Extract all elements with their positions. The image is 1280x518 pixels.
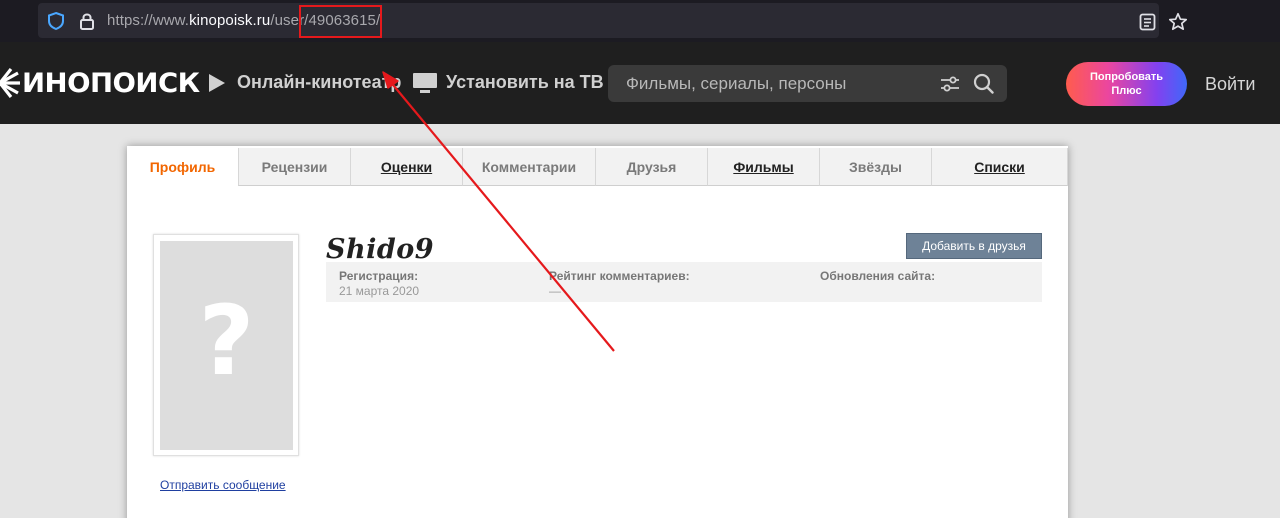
profile-card: Профиль Рецензии Оценки Комментарии Друз…: [127, 146, 1068, 518]
tab-films[interactable]: Фильмы: [707, 148, 819, 186]
url-host: kinopoisk.ru: [189, 12, 271, 29]
tv-icon: [413, 72, 437, 93]
nav-install-tv[interactable]: Установить на ТВ: [413, 72, 604, 93]
reader-view-icon[interactable]: [1139, 13, 1156, 31]
site-updates-label: Обновления сайта:: [820, 269, 936, 283]
tab-ratings[interactable]: Оценки: [350, 148, 462, 186]
address-bar[interactable]: https://www.kinopoisk.ru/user/49063615/: [38, 3, 1188, 38]
comment-rating-label: Рейтинг комментариев:: [549, 269, 690, 283]
lock-icon[interactable]: [78, 11, 96, 31]
logo-sunburst-icon: [0, 68, 20, 98]
username: Shido9: [326, 234, 435, 265]
logo-text: ИНОПОИСК: [22, 67, 200, 99]
shield-icon[interactable]: [46, 11, 66, 31]
bookmark-star-icon[interactable]: [1168, 12, 1188, 32]
tab-profile[interactable]: Профиль: [127, 148, 238, 186]
registration-value: 21 марта 2020: [339, 284, 420, 298]
tab-lists[interactable]: Списки: [931, 148, 1068, 186]
try-plus-button[interactable]: Попробовать Плюс: [1066, 62, 1187, 106]
avatar-placeholder: ?: [160, 241, 293, 450]
search-icon[interactable]: [973, 73, 994, 94]
user-id-highlight-box: [299, 5, 382, 38]
tab-comments[interactable]: Комментарии: [462, 148, 595, 186]
nav-online-label: Онлайн-кинотеатр: [237, 72, 402, 92]
browser-toolbar: https://www.kinopoisk.ru/user/49063615/: [0, 0, 1280, 42]
nav-tv-label: Установить на ТВ: [446, 72, 604, 92]
site-header: ИНОПОИСК Онлайн-кинотеатр Установить на …: [0, 42, 1280, 124]
search-input[interactable]: Фильмы, сериалы, персоны: [608, 65, 1007, 102]
search-placeholder: Фильмы, сериалы, персоны: [626, 74, 847, 93]
url-prefix: https://www.: [107, 12, 190, 29]
profile-info-bar: Регистрация: 21 марта 2020 Рейтинг комме…: [326, 262, 1042, 302]
kinopoisk-logo[interactable]: ИНОПОИСК: [0, 68, 200, 99]
registration-label: Регистрация:: [339, 269, 419, 283]
send-message-link[interactable]: Отправить сообщение: [160, 478, 286, 492]
nav-online-cinema[interactable]: Онлайн-кинотеатр: [208, 72, 401, 93]
tab-friends[interactable]: Друзья: [595, 148, 707, 186]
add-friend-button[interactable]: Добавить в друзья: [906, 233, 1042, 259]
login-link[interactable]: Войти: [1205, 74, 1255, 95]
filter-sliders-icon[interactable]: [940, 74, 960, 94]
question-mark-icon: ?: [198, 285, 255, 397]
profile-tabs: Профиль Рецензии Оценки Комментарии Друз…: [127, 148, 1068, 186]
play-icon: [209, 73, 225, 92]
tab-stars[interactable]: Звёзды: [819, 148, 931, 186]
avatar: ?: [153, 234, 299, 456]
try-plus-label: Попробовать Плюс: [1089, 71, 1164, 97]
comment-rating-value: —: [549, 284, 561, 298]
tab-reviews[interactable]: Рецензии: [238, 148, 350, 186]
